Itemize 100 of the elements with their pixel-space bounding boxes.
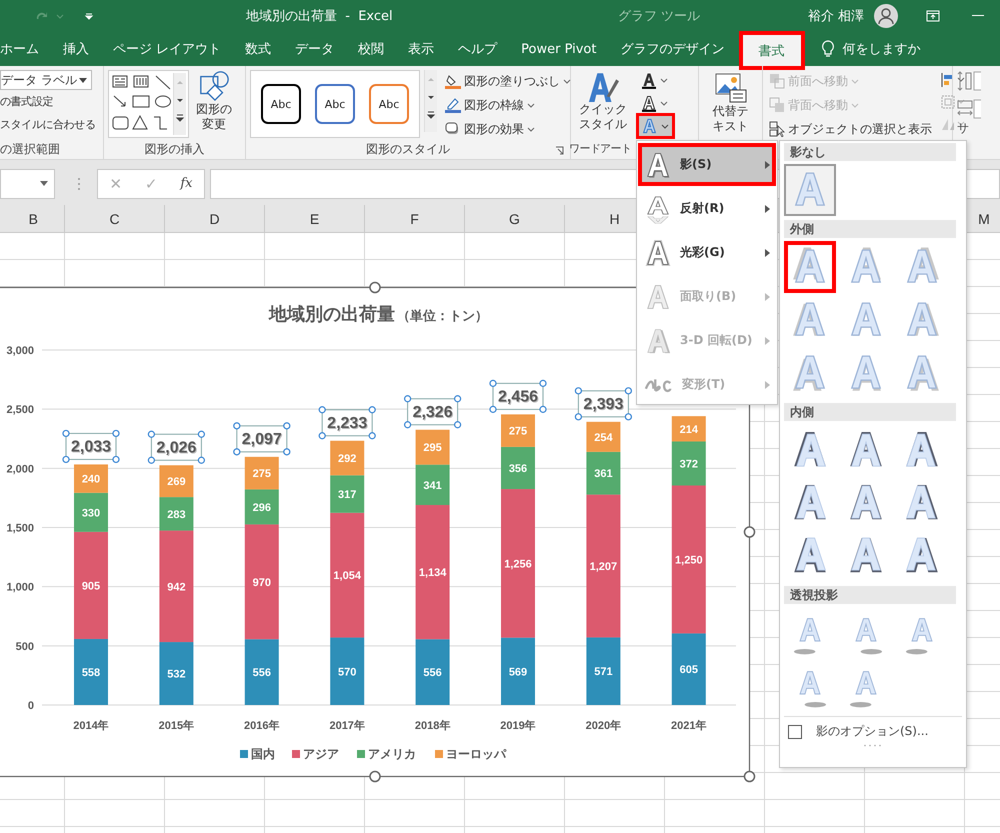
bar-segment[interactable] <box>501 414 535 447</box>
column-header[interactable]: C <box>65 205 165 232</box>
bar-segment[interactable] <box>244 524 279 640</box>
bar-segment[interactable] <box>501 446 535 490</box>
bar-segment[interactable] <box>330 440 364 476</box>
group-objects-icon[interactable] <box>940 94 966 110</box>
align-icon[interactable] <box>940 72 966 88</box>
menu-item[interactable]: 光彩(G) <box>638 231 776 274</box>
arrange-command[interactable]: オブジェクトの選択と表示 <box>767 118 934 140</box>
shape-style-swatch[interactable]: Abc <box>261 84 301 124</box>
bar-segment[interactable] <box>501 638 535 705</box>
user-name[interactable]: 裕介 相澤 <box>808 7 864 25</box>
column-header[interactable]: D <box>165 205 265 232</box>
dialog-launcher-icon[interactable] <box>555 146 564 155</box>
bar-segment[interactable] <box>586 452 620 495</box>
checkbox[interactable] <box>788 724 802 738</box>
shape-format-command[interactable]: 図形の枠線 <box>443 94 573 116</box>
insert-function-button[interactable]: fx <box>180 176 193 191</box>
bar-segment[interactable] <box>672 486 706 634</box>
alt-text-button[interactable]: 代替テキスト <box>703 70 758 134</box>
shape-style-swatch[interactable]: Abc <box>369 84 409 124</box>
customize-icon[interactable] <box>84 11 94 21</box>
bar-segment[interactable] <box>672 633 706 705</box>
bar-segment[interactable] <box>159 465 194 498</box>
change-shape-button[interactable]: 図形の変更 <box>193 70 236 141</box>
drag-handle-icon[interactable] <box>77 176 81 190</box>
ribbon-tab[interactable]: 表示 <box>396 32 446 66</box>
column-header[interactable]: E <box>265 205 365 232</box>
shape-format-command[interactable]: 図形の塗りつぶし <box>443 70 573 92</box>
caret-icon[interactable] <box>56 14 64 18</box>
bar-segment[interactable] <box>159 530 194 642</box>
bar-segment[interactable] <box>244 456 279 490</box>
bar-segment[interactable] <box>416 430 450 465</box>
resize-handle[interactable] <box>744 770 756 782</box>
bar-segment[interactable] <box>244 489 279 524</box>
tell-me-field[interactable]: 何をしますか <box>842 40 920 58</box>
quick-style-button[interactable]: クイックスタイル <box>575 70 631 141</box>
bar-segment[interactable] <box>74 464 108 493</box>
ribbon-tab[interactable]: 書式 <box>742 35 800 66</box>
axis-label: 2,500 <box>6 404 34 416</box>
menu-item[interactable]: 影(S) <box>638 143 776 186</box>
ribbon-command[interactable]: スタイルに合わせる <box>0 113 99 136</box>
ribbon-tab[interactable]: ヘルプ <box>446 32 510 66</box>
bar-segment[interactable] <box>672 441 706 486</box>
avatar-icon[interactable] <box>874 4 898 28</box>
ribbon-tab[interactable]: ページ レイアウト <box>101 32 234 66</box>
total-label[interactable]: 2,326 <box>404 395 462 428</box>
shape-style-swatch[interactable]: Abc <box>315 84 355 124</box>
ribbon-tab[interactable]: データ <box>283 32 346 66</box>
bar-segment[interactable] <box>74 638 108 705</box>
bar-segment[interactable] <box>330 638 364 705</box>
column-header[interactable]: M <box>968 205 1000 232</box>
ribbon-display-icon[interactable] <box>926 10 940 22</box>
total-label[interactable]: 2,393 <box>574 387 632 420</box>
bar-segment[interactable] <box>330 475 364 513</box>
bar-segment[interactable] <box>501 489 535 638</box>
ribbon-command[interactable]: の書式設定 <box>0 90 99 113</box>
caret-icon <box>40 181 48 186</box>
resize-handle[interactable] <box>744 526 756 538</box>
bar-segment[interactable] <box>74 492 108 532</box>
column-header[interactable]: B <box>0 205 65 232</box>
chart-element-dropdown[interactable]: データ ラベル <box>0 70 92 90</box>
bar-segment[interactable] <box>672 416 706 442</box>
ribbon-tab[interactable]: ホーム <box>0 32 51 66</box>
shadow-options-link[interactable]: 影のオプション(S)... <box>816 723 928 740</box>
bar-segment[interactable] <box>416 464 450 506</box>
chart-subtitle[interactable]: （単位：トン） <box>397 309 488 324</box>
bar-segment[interactable] <box>416 505 450 640</box>
bar-segment[interactable] <box>586 494 620 638</box>
bar-segment[interactable] <box>159 642 194 705</box>
name-box[interactable] <box>0 168 55 198</box>
shape-width-icon[interactable] <box>957 98 981 120</box>
bar-segment[interactable] <box>159 497 194 531</box>
minimize-icon[interactable] <box>972 15 984 17</box>
total-label[interactable]: 2,026 <box>148 430 205 464</box>
lightbulb-icon[interactable] <box>820 40 834 58</box>
bar-segment[interactable] <box>416 639 450 705</box>
column-header[interactable]: G <box>465 205 565 232</box>
category-label: 2014年 <box>73 720 109 732</box>
bar-segment[interactable] <box>586 637 620 705</box>
bar-segment[interactable] <box>244 639 279 705</box>
ribbon-tab[interactable]: Power Pivot <box>509 32 608 66</box>
ribbon-tab[interactable]: 挿入 <box>51 32 101 66</box>
shape-format-command[interactable]: 図形の効果 <box>443 118 573 140</box>
ribbon-tab[interactable]: 数式 <box>233 32 284 66</box>
resize-handle[interactable] <box>369 770 381 782</box>
chart-title[interactable]: 地域別の出荷量 <box>269 304 395 325</box>
total-label[interactable]: 2,097 <box>233 422 290 456</box>
bar-segment[interactable] <box>586 422 620 452</box>
shadow-preset[interactable] <box>784 241 836 293</box>
resize-grip-icon[interactable] <box>863 744 883 747</box>
total-label[interactable]: 2,233 <box>318 406 376 440</box>
legend-label: アメリカ <box>368 747 416 761</box>
ribbon-tab[interactable]: グラフのデザイン <box>608 32 736 66</box>
data-label: 571 <box>594 666 613 678</box>
column-header[interactable]: F <box>365 205 465 232</box>
bar-segment[interactable] <box>330 512 364 638</box>
ribbon-tab[interactable]: 校閲 <box>346 32 396 66</box>
bar-segment[interactable] <box>74 532 108 639</box>
resize-handle[interactable] <box>369 282 381 294</box>
